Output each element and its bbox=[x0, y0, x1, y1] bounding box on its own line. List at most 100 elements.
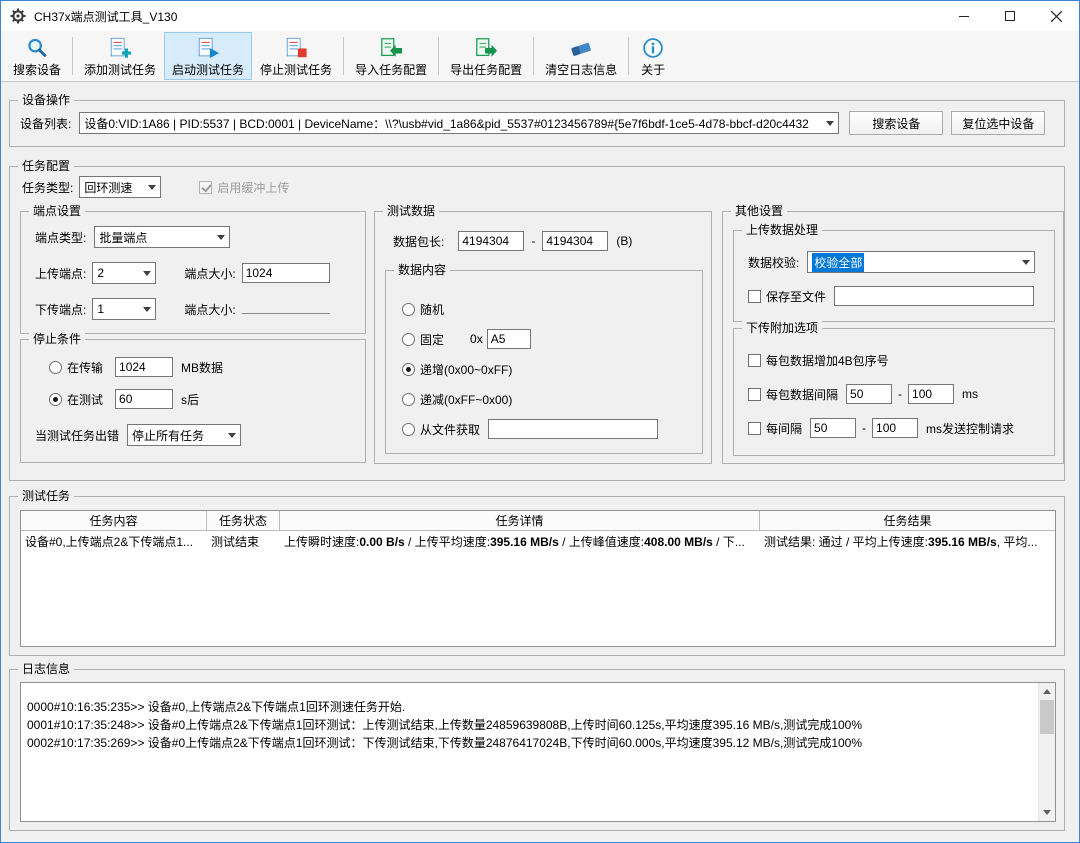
chevron-down-icon bbox=[223, 425, 240, 445]
save-to-file-checkbox[interactable] bbox=[748, 289, 761, 303]
log-line: 0000#10:16:35:235>> 设备#0,上传端点2&下传端点1回环测速… bbox=[27, 700, 406, 714]
control-request-checkbox[interactable] bbox=[748, 421, 761, 435]
save-file-path-input[interactable] bbox=[834, 286, 1035, 306]
buffered-upload-checkbox[interactable] bbox=[199, 180, 213, 194]
packet-gap-label[interactable]: 每包数据间隔 bbox=[766, 386, 838, 403]
log-line: 0001#10:17:35:248>> 设备#0上传端点2&下传端点1回环测试：… bbox=[27, 718, 863, 732]
scroll-down-icon[interactable] bbox=[1039, 804, 1055, 821]
chevron-down-icon bbox=[1017, 252, 1034, 272]
fixed-byte-input[interactable] bbox=[486, 329, 531, 349]
chevron-down-icon bbox=[138, 263, 155, 283]
stop-by-transfer-radio[interactable] bbox=[49, 360, 62, 374]
column-header-task-detail[interactable]: 任务详情 bbox=[280, 511, 760, 530]
column-header-task-content[interactable]: 任务内容 bbox=[21, 511, 207, 530]
group-title: 设备操作 bbox=[18, 93, 75, 108]
data-random-label[interactable]: 随机 bbox=[420, 301, 444, 318]
close-button[interactable] bbox=[1033, 1, 1079, 31]
toolbar-button-label: 导出任务配置 bbox=[450, 63, 523, 77]
download-endpoint-size-field[interactable] bbox=[241, 305, 330, 314]
data-increment-label[interactable]: 递增(0x00~0xFF) bbox=[420, 361, 512, 378]
stop-by-duration-radio[interactable] bbox=[49, 392, 62, 406]
toolbar-start-task-button[interactable]: 启动测试任务 bbox=[164, 32, 253, 80]
toolbar-separator bbox=[72, 37, 74, 75]
column-header-task-result[interactable]: 任务结果 bbox=[760, 511, 1055, 530]
control-interval-max-input[interactable] bbox=[872, 418, 919, 438]
task-status-cell: 测试结束 bbox=[211, 534, 260, 549]
toolbar-clear-log-button[interactable]: 清空日志信息 bbox=[537, 32, 625, 80]
upload-processing-group: 上传数据处理 数据校验: 校验全部 保存至文件 bbox=[733, 223, 1055, 322]
data-increment-radio[interactable] bbox=[402, 362, 415, 376]
control-request-label[interactable]: 每间隔 bbox=[766, 420, 802, 437]
packet-sequence-label[interactable]: 每包数据增加4B包序号 bbox=[766, 352, 889, 369]
packet-min-input[interactable] bbox=[458, 231, 525, 251]
toolbar-add-task-button[interactable]: 添加测试任务 bbox=[76, 32, 164, 80]
toolbar-separator bbox=[533, 37, 535, 75]
stop-by-transfer-label[interactable]: 在传输 bbox=[67, 359, 103, 376]
save-to-file-label[interactable]: 保存至文件 bbox=[766, 288, 826, 305]
packet-max-input[interactable] bbox=[542, 231, 609, 251]
data-random-radio[interactable] bbox=[402, 302, 415, 316]
control-interval-min-input[interactable] bbox=[810, 418, 857, 438]
packet-sequence-checkbox[interactable] bbox=[748, 353, 761, 367]
toolbar-stop-task-button[interactable]: 停止测试任务 bbox=[252, 32, 340, 80]
device-list-combobox[interactable]: 设备0:VID:1A86 | PID:5537 | BCD:0001 | Dev… bbox=[79, 112, 840, 134]
toolbar-separator bbox=[438, 37, 440, 75]
device-list-label: 设备列表: bbox=[20, 116, 72, 131]
upload-endpoint-combobox[interactable]: 2 bbox=[92, 262, 157, 284]
data-from-file-label[interactable]: 从文件获取 bbox=[420, 421, 480, 438]
chevron-down-icon bbox=[138, 299, 155, 319]
toolbar-about-button[interactable]: 关于 bbox=[632, 32, 674, 80]
column-header-task-status[interactable]: 任务状态 bbox=[207, 511, 280, 530]
data-file-path-input[interactable] bbox=[488, 419, 659, 439]
toolbar-button-label: 清空日志信息 bbox=[545, 63, 618, 77]
about-icon bbox=[640, 36, 666, 60]
on-error-combobox[interactable]: 停止所有任务 bbox=[127, 424, 242, 446]
toolbar-button-label: 导入任务配置 bbox=[355, 63, 428, 77]
data-decrement-label[interactable]: 递减(0xFF~0x00) bbox=[420, 391, 512, 408]
transfer-amount-input[interactable] bbox=[115, 357, 174, 377]
toolbar-search-device-button[interactable]: 搜索设备 bbox=[5, 32, 69, 80]
log-scrollbar[interactable] bbox=[1038, 683, 1055, 821]
endpoint-type-combobox[interactable]: 批量端点 bbox=[94, 226, 231, 248]
task-type-combobox[interactable]: 回环测速 bbox=[79, 176, 162, 198]
table-row[interactable]: 设备#0,上传端点2&下传端点1... 测试结束 上传瞬时速度:0.00 B/s… bbox=[21, 531, 1055, 551]
scroll-up-icon[interactable] bbox=[1039, 683, 1055, 700]
toolbar-import-config-button[interactable]: 导入任务配置 bbox=[347, 32, 435, 80]
toolbar-button-label: 搜索设备 bbox=[13, 63, 62, 77]
hex-prefix-label: 0x bbox=[470, 332, 483, 346]
duration-input[interactable] bbox=[115, 389, 174, 409]
download-endpoint-label: 下传端点: bbox=[35, 302, 87, 317]
download-endpoint-combobox[interactable]: 1 bbox=[92, 298, 157, 320]
data-decrement-radio[interactable] bbox=[402, 392, 415, 406]
search-device-button[interactable]: 搜索设备 bbox=[849, 111, 944, 135]
task-table-header: 任务内容 任务状态 任务详情 任务结果 bbox=[21, 511, 1055, 531]
log-textarea[interactable]: 0000#10:16:35:235>> 设备#0,上传端点2&下传端点1回环测速… bbox=[20, 682, 1056, 822]
duration-unit-label: s后 bbox=[181, 392, 200, 407]
data-from-file-radio[interactable] bbox=[402, 422, 415, 436]
group-title: 测试任务 bbox=[18, 489, 75, 504]
data-fixed-label[interactable]: 固定 bbox=[420, 331, 444, 348]
data-verify-combobox[interactable]: 校验全部 bbox=[807, 251, 1036, 273]
reset-device-button[interactable]: 复位选中设备 bbox=[951, 111, 1046, 135]
toolbar-export-config-button[interactable]: 导出任务配置 bbox=[442, 32, 530, 80]
packet-gap-max-input[interactable] bbox=[908, 384, 955, 404]
chevron-down-icon bbox=[821, 113, 838, 133]
upload-endpoint-size-input[interactable] bbox=[241, 263, 330, 283]
packet-gap-checkbox[interactable] bbox=[748, 387, 761, 401]
upload-endpoint-label: 上传端点: bbox=[35, 266, 87, 281]
group-title: 上传数据处理 bbox=[742, 223, 823, 238]
buffered-upload-label[interactable]: 启用缓冲上传 bbox=[217, 179, 289, 196]
scrollbar-thumb[interactable] bbox=[1040, 700, 1054, 734]
minimize-button[interactable] bbox=[941, 1, 987, 31]
group-title: 日志信息 bbox=[18, 662, 75, 677]
stop-by-duration-label[interactable]: 在测试 bbox=[67, 391, 103, 408]
maximize-button[interactable] bbox=[987, 1, 1033, 31]
packet-gap-min-input[interactable] bbox=[846, 384, 893, 404]
data-fixed-radio[interactable] bbox=[402, 332, 415, 346]
export-config-icon bbox=[473, 36, 499, 60]
maximize-icon bbox=[1005, 11, 1015, 21]
packet-length-label: 数据包长: bbox=[393, 234, 445, 249]
log-group: 日志信息 0000#10:16:35:235>> 设备#0,上传端点2&下传端点… bbox=[9, 662, 1065, 831]
task-table: 任务内容 任务状态 任务详情 任务结果 设备#0,上传端点2&下传端点1... … bbox=[20, 510, 1056, 647]
transfer-unit-label: MB数据 bbox=[181, 360, 224, 375]
